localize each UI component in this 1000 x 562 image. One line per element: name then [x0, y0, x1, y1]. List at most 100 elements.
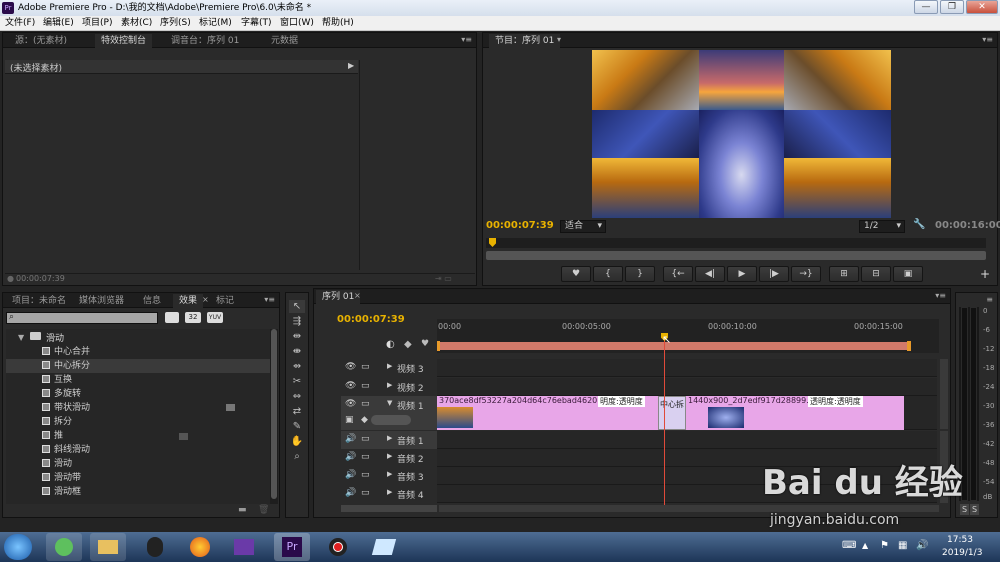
add-marker-icon[interactable]: ♥ [421, 339, 429, 349]
speaker-icon[interactable]: 🔊 [345, 452, 356, 462]
resolution-dropdown[interactable]: 1/2 ▾ [859, 220, 905, 233]
taskbar-app-recorder[interactable] [320, 533, 356, 561]
step-forward-button[interactable]: |▶ [759, 266, 789, 282]
expand-track-icon[interactable]: ▶ [387, 362, 392, 370]
speaker-icon[interactable]: 🔊 [345, 434, 356, 444]
tab-audio-mixer[interactable]: 调音台：序列 01 [165, 34, 245, 48]
lift-button[interactable]: ⊞ [829, 266, 859, 282]
clip-1[interactable]: 370ace8df53227a204d64c76ebad4620.jpg 明度:… [437, 396, 671, 430]
rolling-edit-tool-icon[interactable]: ⇼ [289, 345, 305, 358]
lock-icon[interactable]: ▭ [361, 399, 370, 409]
tray-expand-icon[interactable]: ▲ [862, 541, 868, 550]
clip-2[interactable]: 1440x900_2d7edf917d28899.jpg 透明度:透明度 [686, 396, 904, 430]
playhead-icon[interactable] [489, 238, 496, 247]
lock-icon[interactable]: ▭ [361, 381, 370, 391]
maximize-button[interactable]: ❐ [940, 0, 964, 14]
clip-2-fx[interactable]: 透明度:透明度 [808, 396, 863, 407]
chevron-down-icon[interactable]: ▼ [18, 333, 24, 342]
clock-time[interactable]: 17:53 [947, 535, 973, 545]
volume-icon[interactable]: 🔊 [916, 540, 928, 551]
lock-icon[interactable]: ▭ [361, 362, 370, 372]
start-button-icon[interactable] [4, 534, 32, 560]
export-frame-button[interactable]: ▣ [893, 266, 923, 282]
delete-icon[interactable]: 🗑 [258, 505, 269, 515]
effect-item[interactable]: 滑动框 [42, 485, 81, 499]
accelerated-effects-icon[interactable] [165, 312, 179, 323]
clip-1-fx[interactable]: 明度:透明度 [598, 396, 645, 407]
play-arrow-icon[interactable]: ▶ [348, 61, 354, 70]
transition-clip[interactable]: 中心拆 [658, 396, 686, 430]
work-area-bar[interactable] [437, 342, 908, 350]
effect-item[interactable]: 滑动带 [42, 471, 81, 485]
new-bin-icon[interactable]: ▬ [238, 505, 247, 515]
expand-track-icon[interactable]: ▶ [387, 434, 392, 442]
chevron-down-icon[interactable]: ▾ [557, 35, 561, 44]
taskbar-app-premiere[interactable]: Pr [274, 533, 310, 561]
work-area-end-handle[interactable] [907, 341, 911, 351]
hand-tool-icon[interactable]: ✋ [289, 435, 305, 448]
effects-scrollbar[interactable] [270, 329, 278, 504]
video-v-scrollbar[interactable] [940, 359, 948, 429]
tab-effect-controls[interactable]: 特效控制台 [95, 34, 153, 48]
tab-project[interactable]: 项目：未命名 [6, 294, 72, 308]
panel-menu-icon[interactable]: ≡ [986, 295, 993, 304]
close-button[interactable]: ✕ [966, 0, 998, 14]
effect-item-selected[interactable]: 中心拆分 [6, 359, 270, 373]
effects-search-input[interactable]: ⌕ [6, 312, 158, 324]
snap-icon[interactable]: ◐ [386, 339, 395, 350]
go-to-in-button[interactable]: {← [663, 266, 693, 282]
close-tab-icon[interactable]: × [202, 295, 209, 304]
video-track-3-lane[interactable] [437, 359, 937, 377]
keyframe-nav[interactable] [371, 415, 411, 425]
solo-right-button[interactable]: S [970, 504, 979, 515]
effect-item[interactable]: 推 [42, 429, 63, 443]
taskbar-app-explorer[interactable] [90, 533, 126, 561]
tab-effects[interactable]: 效果 [173, 294, 204, 308]
menu-marker[interactable]: 标记(M) [199, 16, 232, 31]
tab-source[interactable]: 源：(无素材) [9, 34, 73, 48]
program-zoom-scrollbar[interactable] [486, 251, 986, 260]
timeline-ruler[interactable]: 00:00 00:00:05:00 00:00:10:00 00:00:15:0… [437, 319, 939, 353]
taskbar-app-firefox[interactable] [182, 533, 218, 561]
fit-dropdown[interactable]: 适合 ▾ [560, 220, 606, 233]
add-button-icon[interactable]: + [980, 267, 990, 281]
zoom-tool-icon[interactable]: ⌕ [289, 450, 305, 463]
expand-track-icon[interactable]: ▶ [387, 381, 392, 389]
extract-button[interactable]: ⊟ [861, 266, 891, 282]
playhead-line[interactable] [664, 335, 665, 505]
panel-menu-icon[interactable]: ▾≡ [982, 35, 993, 44]
timeline-timecode[interactable]: 00:00:07:39 [337, 314, 405, 325]
play-button[interactable]: ▶ [727, 266, 757, 282]
menu-window[interactable]: 窗口(W) [280, 16, 314, 31]
taskbar-app-browser[interactable] [46, 533, 82, 561]
rate-stretch-tool-icon[interactable]: ⇴ [289, 360, 305, 373]
effect-item[interactable]: 滑动 [42, 457, 72, 471]
effect-item[interactable]: 斜线滑动 [42, 443, 90, 457]
speaker-icon[interactable]: 🔊 [345, 470, 356, 480]
work-area-start-handle[interactable] [437, 341, 440, 351]
wrench-icon[interactable]: 🔧 [913, 219, 925, 230]
flag-icon[interactable]: ⚑ [880, 540, 889, 551]
audio-track-1-lane[interactable] [437, 431, 937, 449]
effect-item[interactable]: 带状滑动 [42, 401, 90, 415]
lock-icon[interactable]: ▭ [361, 470, 370, 480]
collapse-track-icon[interactable]: ▼ [387, 399, 392, 407]
go-to-out-button[interactable]: →} [791, 266, 821, 282]
speaker-icon[interactable]: 🔊 [345, 488, 356, 498]
marker-icon[interactable]: ◆ [404, 339, 412, 350]
effect-item[interactable]: 中心合并 [42, 345, 90, 359]
video-track-2-lane[interactable] [437, 378, 937, 396]
32bit-effects-badge[interactable]: 32 [185, 312, 201, 323]
effect-item[interactable]: 拆分 [42, 415, 72, 429]
keyboard-icon[interactable]: ⌨ [842, 540, 856, 551]
display-style-icon[interactable]: ▣ [345, 415, 354, 425]
menu-project[interactable]: 项目(P) [82, 16, 112, 31]
menu-sequence[interactable]: 序列(S) [160, 16, 191, 31]
tab-metadata[interactable]: 元数据 [265, 34, 304, 48]
tab-info[interactable]: 信息 [137, 294, 167, 308]
eye-icon[interactable]: 👁 [345, 362, 356, 372]
menu-title[interactable]: 字幕(T) [241, 16, 272, 31]
taskbar-app-media[interactable] [226, 533, 262, 561]
effect-item[interactable]: 互换 [42, 373, 72, 387]
menu-help[interactable]: 帮助(H) [322, 16, 354, 31]
